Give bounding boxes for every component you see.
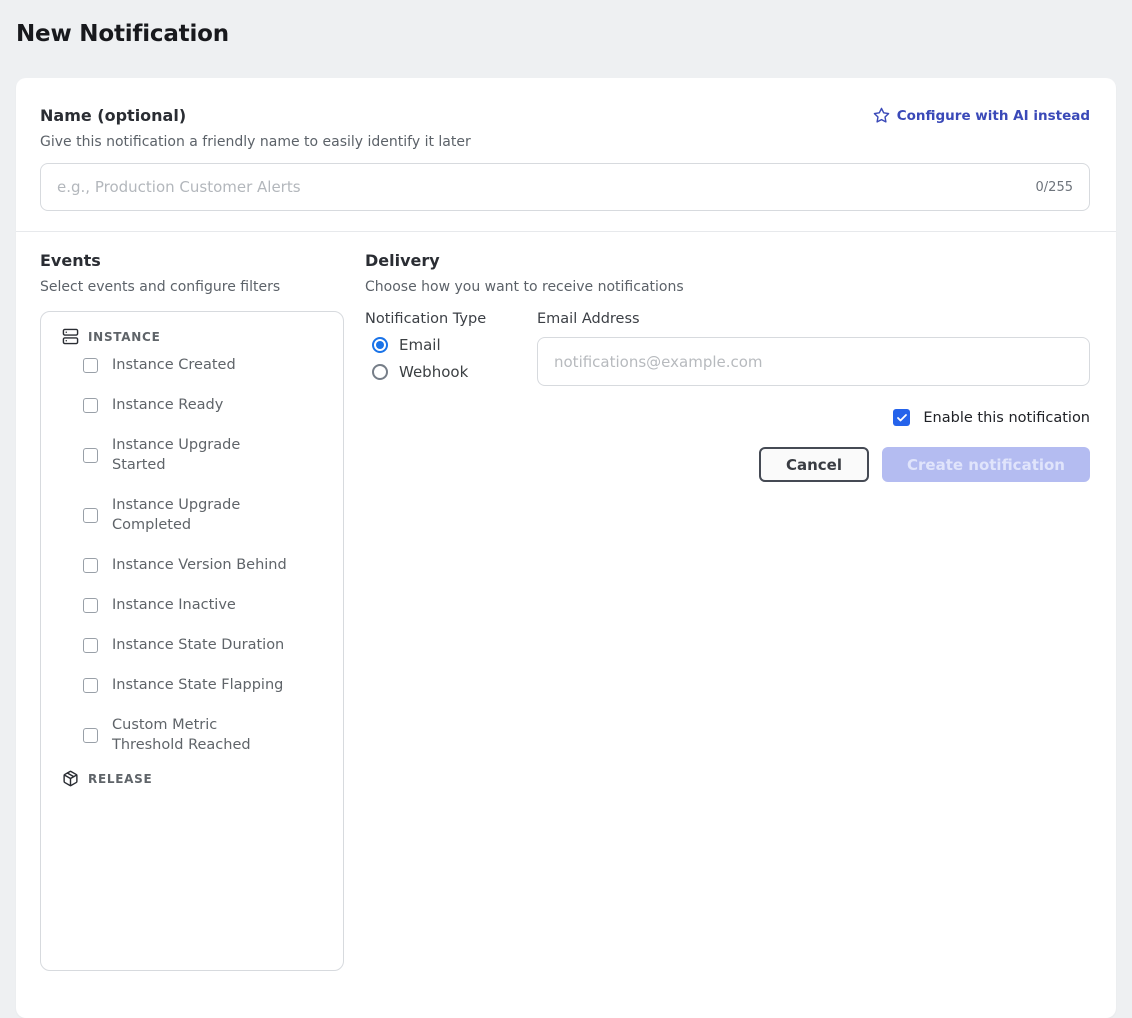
name-input-wrapper: 0/255	[40, 163, 1090, 211]
event-item-instance-inactive[interactable]: Instance Inactive	[62, 585, 329, 625]
name-input[interactable]	[57, 178, 1024, 196]
package-icon	[62, 770, 79, 787]
event-group-release: RELEASE	[62, 770, 329, 787]
event-item-label: Instance Upgrade Started	[112, 435, 292, 475]
event-item-label: Instance Inactive	[112, 595, 292, 615]
event-item-label: Instance Ready	[112, 395, 292, 415]
event-item-label: Instance Upgrade Completed	[112, 495, 292, 535]
event-item-instance-ready[interactable]: Instance Ready	[62, 385, 329, 425]
checkbox-icon[interactable]	[83, 508, 98, 523]
email-address-group: Email Address Enable this notification	[537, 311, 1090, 482]
name-section-description: Give this notification a friendly name t…	[40, 134, 1090, 150]
radio-unselected-icon[interactable]	[372, 364, 388, 380]
event-item-instance-upgrade-completed[interactable]: Instance Upgrade Completed	[62, 485, 329, 545]
event-item-instance-upgrade-started[interactable]: Instance Upgrade Started	[62, 425, 329, 485]
event-item-label: Instance State Flapping	[112, 675, 292, 695]
configure-with-ai-label: Configure with AI instead	[897, 108, 1090, 124]
checkbox-icon[interactable]	[83, 448, 98, 463]
event-item-instance-version-behind[interactable]: Instance Version Behind	[62, 545, 329, 585]
email-input[interactable]	[554, 353, 1073, 371]
cancel-button[interactable]: Cancel	[759, 447, 869, 482]
checkmark-icon[interactable]	[893, 409, 910, 426]
checkbox-icon[interactable]	[83, 678, 98, 693]
events-description: Select events and configure filters	[40, 279, 365, 295]
radio-email[interactable]: Email	[365, 336, 537, 354]
event-item-label: Instance State Duration	[112, 635, 292, 655]
event-item-label: Instance Created	[112, 355, 292, 375]
events-title: Events	[40, 251, 365, 270]
checkbox-icon[interactable]	[83, 558, 98, 573]
enable-notification-label: Enable this notification	[923, 410, 1090, 426]
delivery-column: Delivery Choose how you want to receive …	[365, 251, 1090, 971]
email-address-label: Email Address	[537, 311, 1090, 327]
radio-selected-icon[interactable]	[372, 337, 388, 353]
char-counter: 0/255	[1036, 180, 1073, 195]
event-group-label: INSTANCE	[88, 330, 161, 344]
create-notification-button[interactable]: Create notification	[882, 447, 1090, 482]
delivery-description: Choose how you want to receive notificat…	[365, 279, 1090, 295]
checkbox-icon[interactable]	[83, 358, 98, 373]
event-item-instance-state-duration[interactable]: Instance State Duration	[62, 625, 329, 665]
events-delivery-columns: Events Select events and configure filte…	[40, 232, 1090, 971]
event-item-instance-state-flapping[interactable]: Instance State Flapping	[62, 665, 329, 705]
events-column: Events Select events and configure filte…	[40, 251, 365, 971]
name-section-header: Name (optional) Configure with AI instea…	[40, 106, 1090, 125]
event-group-label: RELEASE	[88, 772, 152, 786]
server-icon	[62, 328, 79, 345]
event-group-instance: INSTANCE	[62, 328, 329, 345]
event-item-instance-created[interactable]: Instance Created	[62, 345, 329, 385]
events-list-box[interactable]: INSTANCE Instance Created Instance Ready…	[40, 311, 344, 971]
checkbox-icon[interactable]	[83, 728, 98, 743]
radio-webhook-label: Webhook	[399, 363, 468, 381]
name-section-title: Name (optional)	[40, 106, 186, 125]
event-item-label: Instance Version Behind	[112, 555, 292, 575]
radio-email-label: Email	[399, 336, 441, 354]
page-title: New Notification	[0, 0, 1132, 47]
email-input-wrapper	[537, 337, 1090, 386]
checkbox-icon[interactable]	[83, 398, 98, 413]
action-buttons: Cancel Create notification	[537, 447, 1090, 482]
configure-with-ai-link[interactable]: Configure with AI instead	[873, 107, 1090, 124]
delivery-title: Delivery	[365, 251, 1090, 270]
new-notification-card: Name (optional) Configure with AI instea…	[16, 78, 1116, 1018]
star-icon	[873, 107, 890, 124]
event-item-custom-metric-threshold[interactable]: Custom Metric Threshold Reached	[62, 705, 329, 765]
checkbox-icon[interactable]	[83, 598, 98, 613]
delivery-form: Notification Type Email Webhook Email Ad…	[365, 311, 1090, 482]
notification-type-group: Notification Type Email Webhook	[365, 311, 537, 482]
notification-type-label: Notification Type	[365, 311, 537, 327]
event-item-label: Custom Metric Threshold Reached	[112, 715, 292, 755]
checkbox-icon[interactable]	[83, 638, 98, 653]
radio-webhook[interactable]: Webhook	[365, 363, 537, 381]
enable-notification-toggle[interactable]: Enable this notification	[537, 409, 1090, 426]
